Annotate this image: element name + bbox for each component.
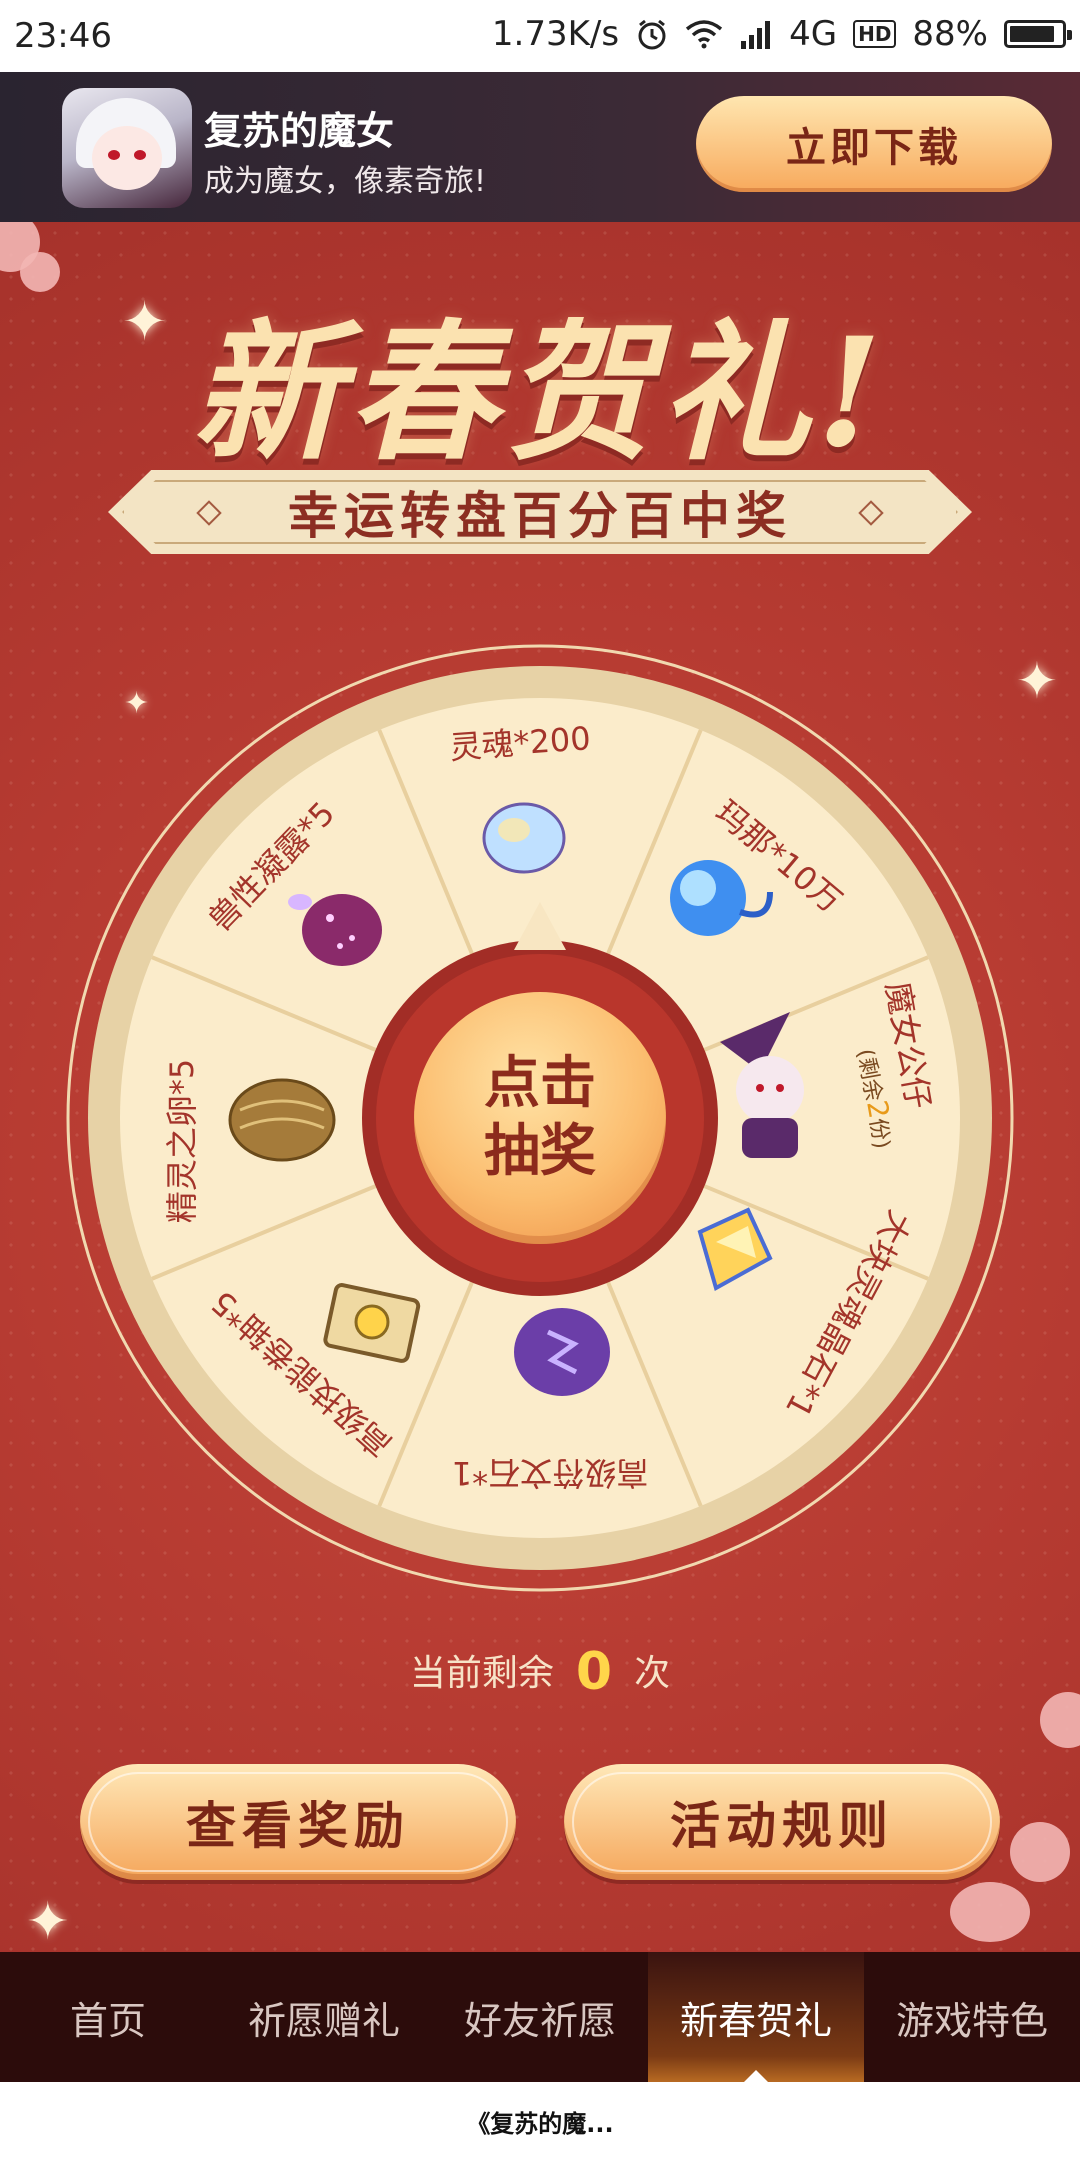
spin-button[interactable]: 点击 抽奖 [414,992,666,1244]
tab-2[interactable]: 好友祈愿 [432,1952,648,2082]
signal-icon [741,21,771,49]
tab-1[interactable]: 祈愿赠礼 [216,1952,432,2082]
prize-label: 高级符文石*1 [451,1454,649,1492]
remaining-suffix: 次 [634,1653,671,1694]
event-panel: ✦ ✦ ✦ ✦ 新春贺礼! 幸运转盘百分百中奖 灵魂*200 玛那*10万 魔女… [0,222,1080,1952]
status-bar: 23:46 1.73K/s 4G HD 88% [0,0,1080,72]
wheel-pointer [514,902,566,950]
status-time: 23:46 [14,16,112,56]
network-type: 4G [789,14,838,54]
app-banner[interactable]: 复苏的魔女 成为魔女，像素奇旅! 立即下载 [0,72,1080,222]
prize-label: 精灵之卵*5 [163,1058,201,1224]
app-icon[interactable] [62,88,192,208]
download-button[interactable]: 立即下载 [696,96,1052,192]
spin-button-label-2: 抽奖 [484,1119,596,1184]
hd-badge: HD [853,20,897,48]
app-slogan: 成为魔女，像素奇旅! [204,164,487,199]
tab-0[interactable]: 首页 [0,1952,216,2082]
activity-rules-button[interactable]: 活动规则 [564,1764,1000,1880]
remaining-draws: 当前剩余 0 次 [0,1642,1080,1702]
spirit-egg-icon [228,1078,336,1162]
tab-3[interactable]: 新春贺礼 [648,1952,864,2082]
battery-fill [1010,26,1054,42]
bottom-tab-bar: 首页 祈愿赠礼 好友祈愿 新春贺礼 游戏特色 [0,1952,1080,2082]
rune-stone-icon [514,1308,610,1396]
app-name: 复苏的魔女 [204,109,395,153]
remaining-count: 0 [575,1642,613,1702]
view-rewards-button[interactable]: 查看奖励 [80,1764,516,1880]
alarm-icon [638,19,666,50]
soul-gem-icon [482,802,566,874]
wifi-icon [685,20,723,49]
battery-icon [1004,20,1072,48]
network-speed: 1.73K/s [491,14,620,54]
status-icons: 1.73K/s 4G HD 88% [491,14,1072,54]
page-caption: 《复苏的魔... [0,2082,1080,2160]
remaining-prefix: 当前剩余 [409,1653,554,1694]
spin-button-label-1: 点击 [484,1051,596,1116]
tab-4[interactable]: 游戏特色 [864,1952,1080,2082]
battery-percent: 88% [912,14,988,54]
